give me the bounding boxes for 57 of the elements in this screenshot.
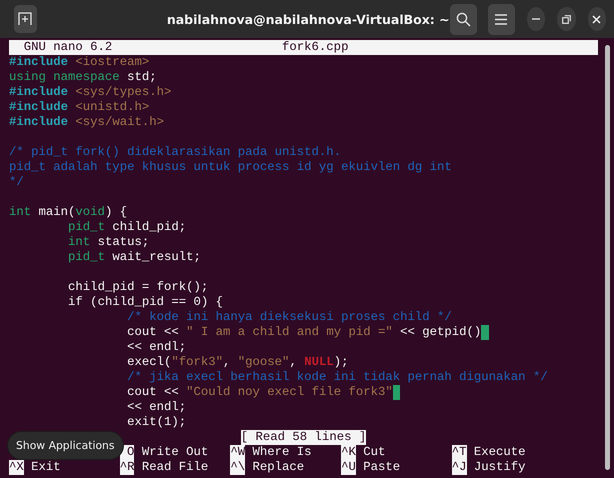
tooltip: Show Applications [8, 432, 123, 459]
shortcut-label: Cut [363, 445, 386, 460]
shortcut-key: ^K [341, 445, 356, 460]
menu-button[interactable] [488, 4, 516, 34]
close-icon [592, 14, 602, 24]
scrollbar-thumb[interactable] [604, 45, 610, 470]
code-line: << endl; [126, 400, 186, 415]
shortcut-key: ^\ [230, 460, 246, 475]
search-icon [456, 12, 471, 26]
shortcut-label: Read File [142, 460, 208, 475]
code-line: cout << " I am a child and my pid =" << getpid() [126, 325, 482, 340]
shortcut-label: Where Is [252, 445, 312, 460]
editor-version: GNU nano 6.2 [22, 40, 114, 55]
code-line: */ [9, 175, 24, 190]
code-line: child_pid = fork(); [67, 280, 208, 295]
shortcut-key: ^T [452, 445, 466, 460]
shortcut-label: Write Out [142, 445, 208, 460]
code-line: pid_t adalah type khusus untuk process id yg ekuivlen dg int [9, 160, 452, 175]
minimize-button[interactable] [527, 7, 546, 31]
shortcut-label: Justify [474, 460, 526, 475]
shortcut-label: Exit [31, 460, 61, 475]
code-line: execl("fork3", "goose", NULL); [126, 355, 348, 370]
status-message: [ Read 58 lines ] [240, 430, 366, 445]
window-title: nabilahnova@nabilahnova-VirtualBox: ~ [166, 12, 450, 26]
code-line: pid_t child_pid; [67, 220, 186, 235]
shortcut-label: Replace [252, 460, 304, 475]
restore-icon [562, 14, 572, 24]
code-line: #include <sys/wait.h> [9, 115, 164, 130]
shortcut-key: ^W [230, 445, 246, 460]
code-line: /* pid_t fork() dideklarasikan pada unistd.h. [9, 145, 342, 160]
new-tab-icon [18, 12, 32, 26]
file-name: fork6.cpp [282, 40, 350, 55]
code-line: #include <iostream> [9, 55, 150, 70]
code-line: cout << "Could noy execl file fork3" [126, 385, 393, 400]
code-line: using namespace std; [9, 70, 157, 85]
new-tab-button[interactable] [14, 5, 37, 33]
code-line: << endl; [126, 340, 186, 355]
shortcut-key: ^X [9, 460, 24, 475]
code-line: if (child_pid == 0) { [67, 295, 224, 310]
shortcut-label: Paste [363, 460, 400, 475]
shortcut-label: Execute [474, 445, 526, 460]
minimize-icon [532, 18, 540, 20]
shortcut-key: ^U [341, 460, 356, 475]
shortcut-key: ^R [120, 460, 134, 475]
code-line: /* kode ini hanya dieksekusi proses child */ [126, 310, 452, 325]
code-line: /* jika execl berhasil kode ini tidak pernah digunakan */ [126, 370, 548, 385]
shortcut-key: ^J [452, 460, 466, 475]
code-line: #include <unistd.h> [9, 100, 150, 115]
code-line: int main(void) { [9, 205, 128, 220]
code-line: pid_t wait_result; [67, 250, 201, 265]
restore-button[interactable] [557, 7, 576, 31]
code-line: exit(1); [126, 415, 186, 430]
code-line: int status; [67, 235, 150, 250]
code-line: #include <sys/types.h> [9, 85, 172, 100]
search-button[interactable] [450, 4, 478, 34]
menu-icon [495, 14, 508, 24]
close-button[interactable] [588, 7, 606, 31]
